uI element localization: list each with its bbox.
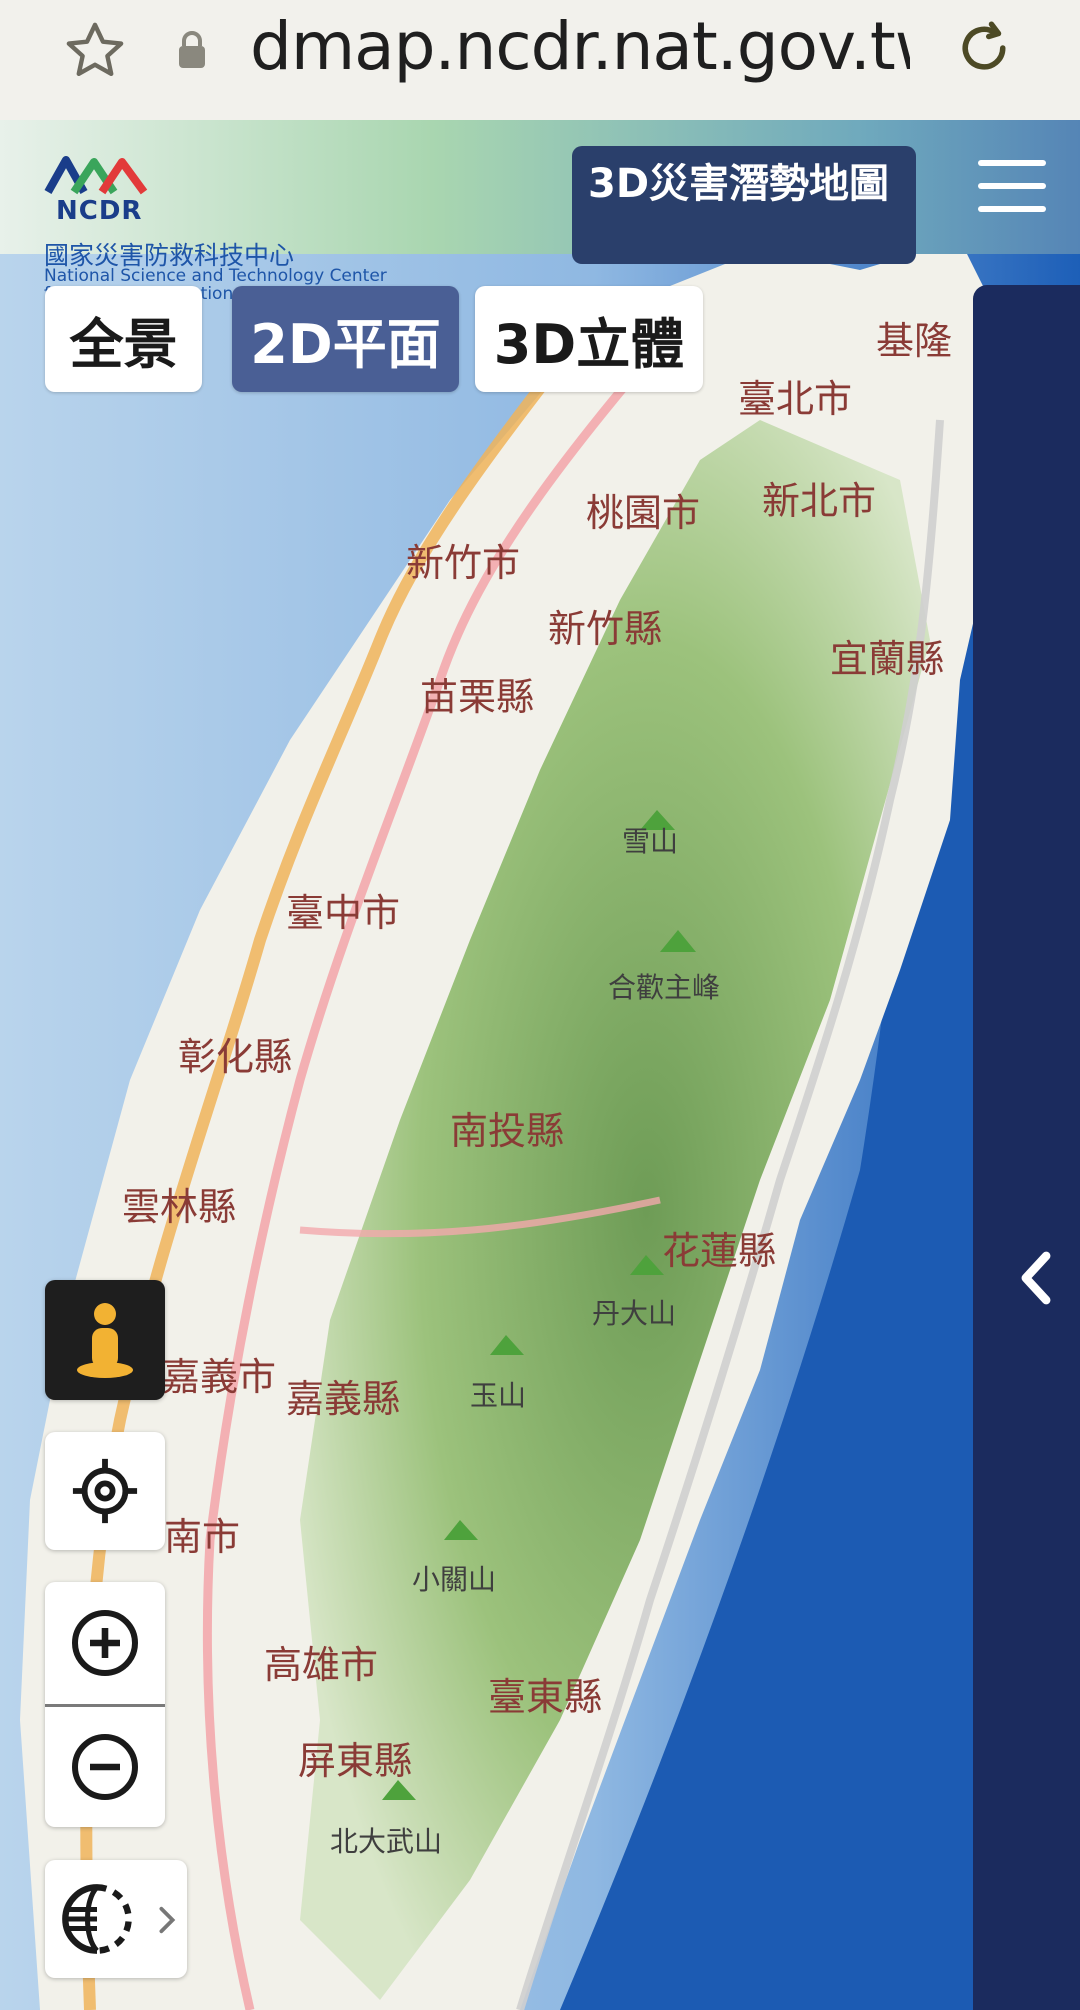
view-mode-2d-button[interactable]: 2D平面 xyxy=(232,286,459,392)
view-mode-3d-button[interactable]: 3D立體 xyxy=(475,286,703,392)
map-label-chiayi-city: 嘉義市 xyxy=(162,1355,277,1399)
map-label-hsinchu-city: 新竹市 xyxy=(406,541,521,585)
zoom-out-icon[interactable] xyxy=(69,1731,141,1803)
pegman-icon xyxy=(77,1303,133,1378)
map-label-dandashan: 丹大山 xyxy=(592,1297,677,1330)
site-header xyxy=(0,120,1080,254)
map-label-pingtung: 屏東縣 xyxy=(298,1739,413,1783)
url-text[interactable]: dmap.ncdr.nat.gov.tw xyxy=(250,8,910,85)
hamburger-menu-icon[interactable] xyxy=(978,160,1046,216)
map-label-yushan: 玉山 xyxy=(470,1379,527,1412)
map-label-taipei: 臺北市 xyxy=(738,377,853,421)
map-label-keelung: 基隆 xyxy=(876,319,953,363)
logo-abbr: NCDR xyxy=(56,196,143,226)
lock-icon xyxy=(179,31,205,68)
star-icon[interactable] xyxy=(62,18,128,84)
zoom-separator xyxy=(45,1704,165,1707)
chevron-left-icon[interactable] xyxy=(1019,1250,1053,1306)
ncdr-mountain-logo-icon xyxy=(44,156,148,195)
map-label-yilan: 宜蘭縣 xyxy=(830,637,945,681)
map-label-changhua: 彰化縣 xyxy=(178,1035,293,1079)
locate-me-button[interactable] xyxy=(45,1432,165,1550)
map-label-xueshan: 雪山 xyxy=(622,825,679,858)
map-label-nantou: 南投縣 xyxy=(450,1109,565,1153)
locate-crosshair-icon xyxy=(72,1458,138,1524)
street-view-button[interactable] xyxy=(45,1280,165,1400)
map-label-hsinchu-county: 新竹縣 xyxy=(548,607,663,651)
side-panel-collapsed[interactable] xyxy=(973,285,1080,2010)
map-label-new-taipei: 新北市 xyxy=(762,479,877,523)
browser-url-bar[interactable]: dmap.ncdr.nat.gov.tw xyxy=(0,0,1080,121)
map-label-taichung: 臺中市 xyxy=(286,891,401,935)
map-label-miaoli: 苗栗縣 xyxy=(420,675,535,719)
org-name-en-1: National Science and Technology Center xyxy=(44,266,387,286)
map-label-chiayi-county: 嘉義縣 xyxy=(286,1377,401,1421)
globe-basemap-icon xyxy=(62,1884,132,1954)
map-label-beidawu: 北大武山 xyxy=(330,1825,443,1858)
map-label-tainan: 南市 xyxy=(164,1515,241,1559)
view-mode-panorama-button[interactable]: 全景 xyxy=(45,286,202,392)
map-label-hehuan: 合歡主峰 xyxy=(608,971,721,1004)
disaster-potential-map-button[interactable]: 3D災害潛勢地圖 xyxy=(572,146,916,264)
reload-icon[interactable] xyxy=(954,18,1014,78)
chevron-right-icon xyxy=(159,1906,176,1934)
map-label-hualien: 花蓮縣 xyxy=(662,1229,777,1273)
zoom-controls xyxy=(45,1582,165,1827)
zoom-in-icon[interactable] xyxy=(69,1607,141,1679)
map-label-yunlin: 雲林縣 xyxy=(122,1185,237,1229)
basemap-switch-button[interactable] xyxy=(45,1860,187,1978)
map-label-taoyuan: 桃園市 xyxy=(586,491,701,535)
map-label-taitung: 臺東縣 xyxy=(488,1675,603,1719)
map-label-kaohsiung: 高雄市 xyxy=(264,1643,379,1687)
map-label-xiaoguanshan: 小關山 xyxy=(412,1563,497,1596)
